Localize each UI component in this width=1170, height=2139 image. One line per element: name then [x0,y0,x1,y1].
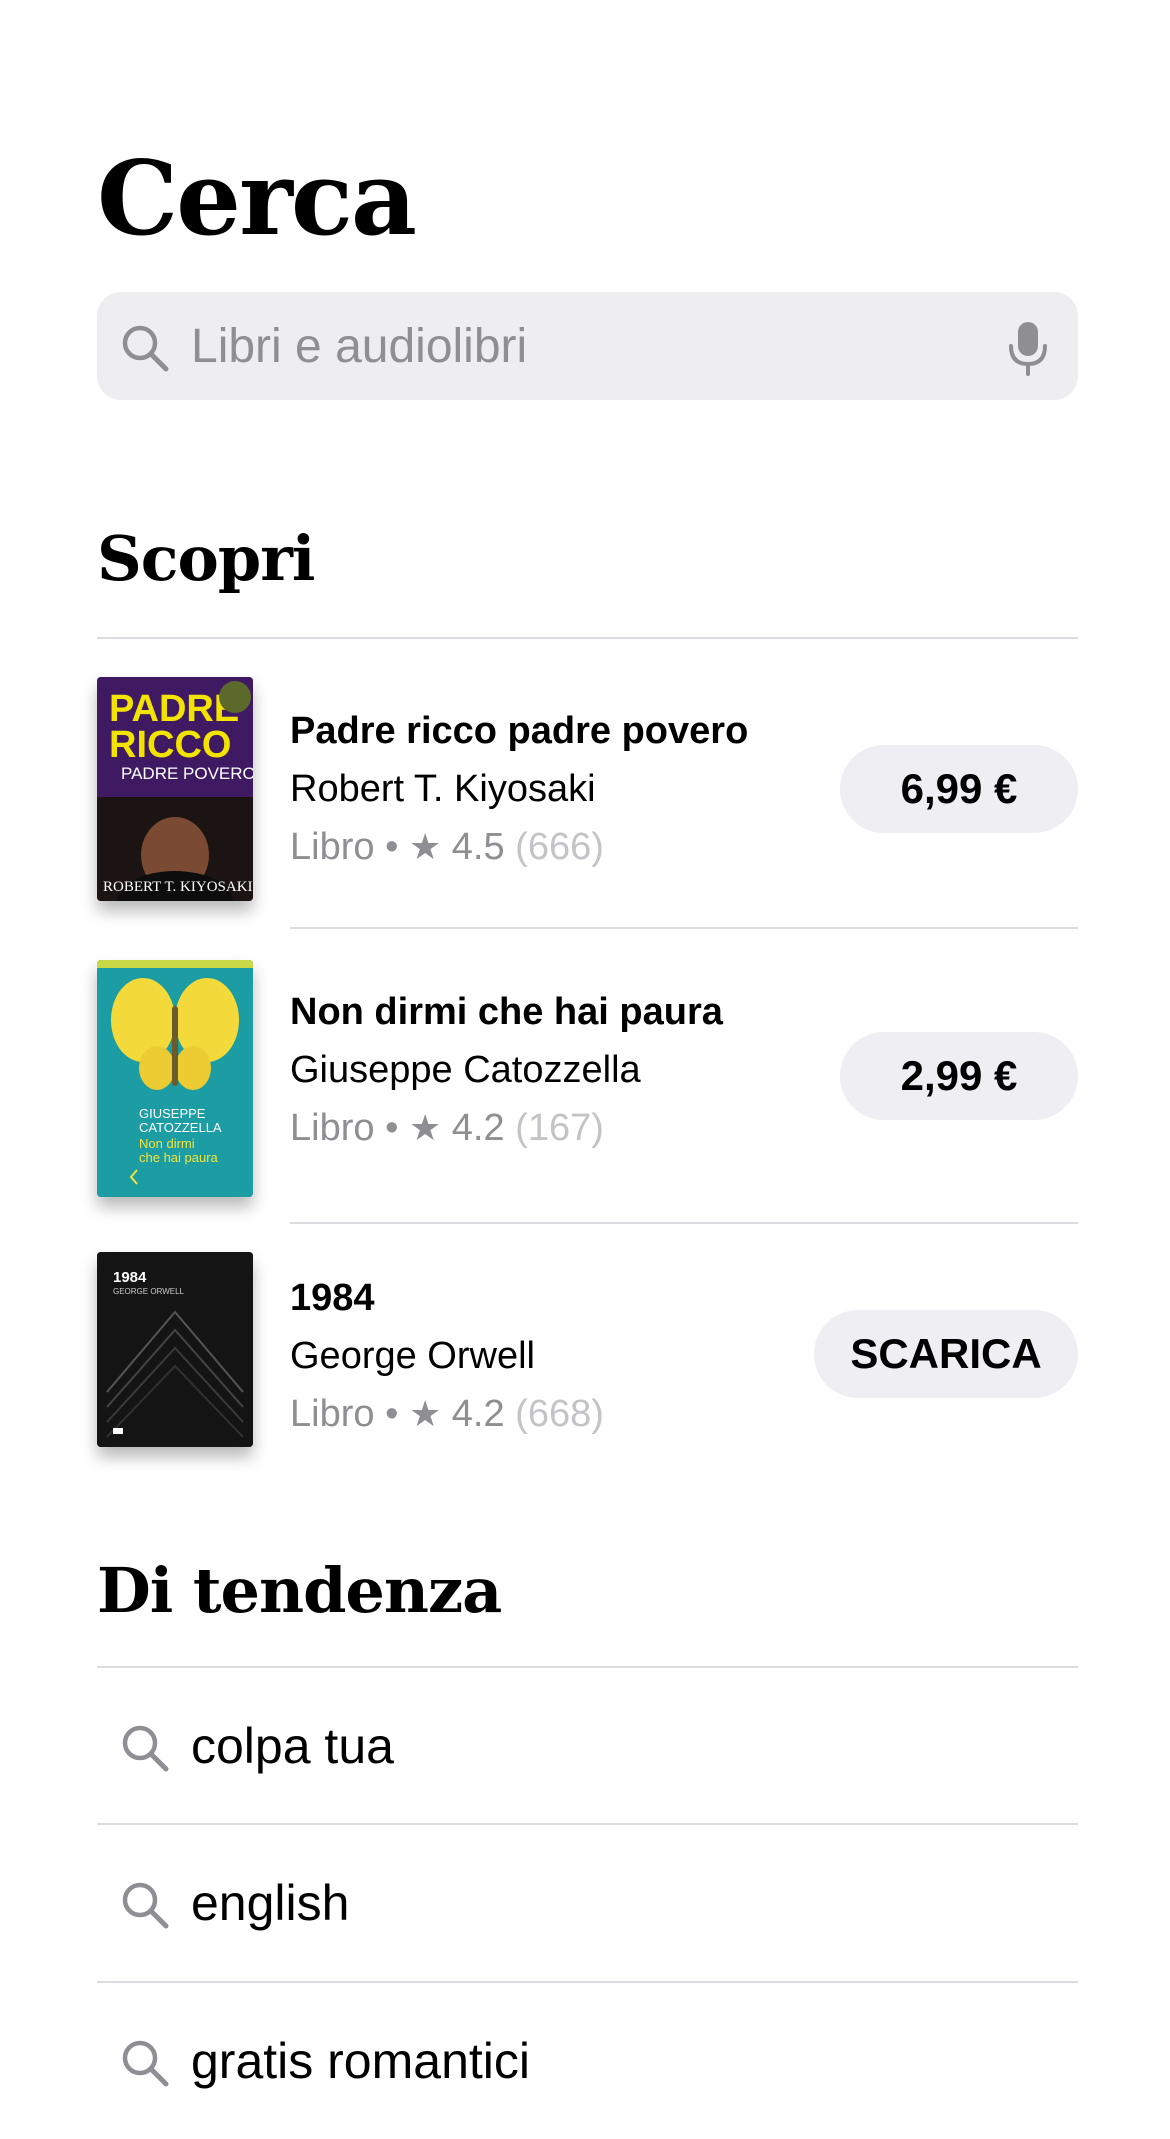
cover-text: CATOZZELLA [139,1120,222,1135]
star-icon: ★ [408,826,442,867]
cover-text: GEORGE ORWELL [113,1287,185,1296]
trending-label: english [191,1875,350,1931]
cover-art-padre-ricco: PADRE RICCO PADRE POVERO ROBERT T. KIYOS… [97,677,253,901]
search-bar[interactable] [97,292,1078,400]
book-cover[interactable]: 1984 GEORGE ORWELL [97,1252,253,1447]
trending-label: gratis romantici [191,2033,530,2089]
buy-button[interactable]: 6,99 € [840,745,1078,833]
cover-text: PADRE POVERO [121,764,253,783]
buy-button[interactable]: 2,99 € [840,1032,1078,1120]
book-type: Libro [290,1393,375,1435]
book-meta: Libro • ★ 4.2 (167) [290,1099,723,1157]
cover-text: 1984 [113,1269,147,1286]
trending-item[interactable]: english [97,1825,1078,1981]
divider [290,1222,1078,1224]
search-icon [122,1725,169,1772]
star-icon: ★ [408,1393,442,1434]
rating-count: (666) [515,826,604,868]
divider [290,927,1078,929]
book-author[interactable]: Robert T. Kiyosaki [290,760,748,818]
page-title: Cerca [97,139,417,259]
book-meta: Libro • ★ 4.5 (666) [290,818,748,876]
microphone-icon[interactable] [1006,320,1050,376]
cover-text: RICCO [109,724,231,766]
search-icon [122,325,169,372]
cover-art-1984: 1984 GEORGE ORWELL [97,1252,253,1447]
divider [97,637,1078,639]
book-info: Non dirmi che hai paura Giuseppe Catozze… [290,983,723,1157]
star-icon: ★ [408,1107,442,1148]
book-title: Non dirmi che hai paura [290,991,723,1033]
book-type: Libro [290,1107,375,1149]
download-button[interactable]: SCARICA [814,1310,1078,1398]
book-title: Padre ricco padre povero [290,710,749,752]
book-rating: 4.2 [451,1393,505,1435]
separator-dot: • [385,1107,409,1149]
cover-art-non-dirmi: GIUSEPPE CATOZZELLA Non dirmi che hai pa… [97,960,253,1197]
rating-count: (668) [515,1393,604,1435]
book-rating: 4.2 [451,1107,505,1149]
book-meta: Libro • ★ 4.2 (668) [290,1385,604,1443]
separator-dot: • [385,826,409,868]
cover-text: Non dirmi [139,1136,195,1151]
book-rating: 4.5 [451,826,505,868]
book-cover[interactable]: PADRE RICCO PADRE POVERO ROBERT T. KIYOS… [97,677,253,901]
book-info: 1984 George Orwell Libro • ★ 4.2 (668) [290,1269,604,1443]
trending-item[interactable]: colpa tua [97,1668,1078,1824]
book-row[interactable]: GIUSEPPE CATOZZELLA Non dirmi che hai pa… [97,960,1078,1220]
section-title-discover: Scopri [97,522,315,595]
book-author[interactable]: Giuseppe Catozzella [290,1041,723,1099]
book-cover[interactable]: GIUSEPPE CATOZZELLA Non dirmi che hai pa… [97,960,253,1197]
book-info: Padre ricco padre povero Robert T. Kiyos… [290,702,748,876]
cover-text: che hai paura [139,1150,219,1165]
book-title: 1984 [290,1277,375,1319]
rating-count: (167) [515,1107,604,1149]
separator-dot: • [385,1393,409,1435]
trending-item[interactable]: gratis romantici [97,1983,1078,2139]
cover-text: ROBERT T. KIYOSAKI [103,879,253,895]
search-input[interactable] [191,292,971,400]
book-row[interactable]: PADRE RICCO PADRE POVERO ROBERT T. KIYOS… [97,677,1078,927]
book-row[interactable]: 1984 GEORGE ORWELL 1984 George Orwell Li… [97,1252,1078,1482]
book-type: Libro [290,826,375,868]
trending-label: colpa tua [191,1718,394,1774]
search-icon [122,1882,169,1929]
search-icon [122,2040,169,2087]
book-author[interactable]: George Orwell [290,1327,604,1385]
section-title-trending: Di tendenza [97,1554,502,1627]
cover-text: GIUSEPPE [139,1106,206,1121]
